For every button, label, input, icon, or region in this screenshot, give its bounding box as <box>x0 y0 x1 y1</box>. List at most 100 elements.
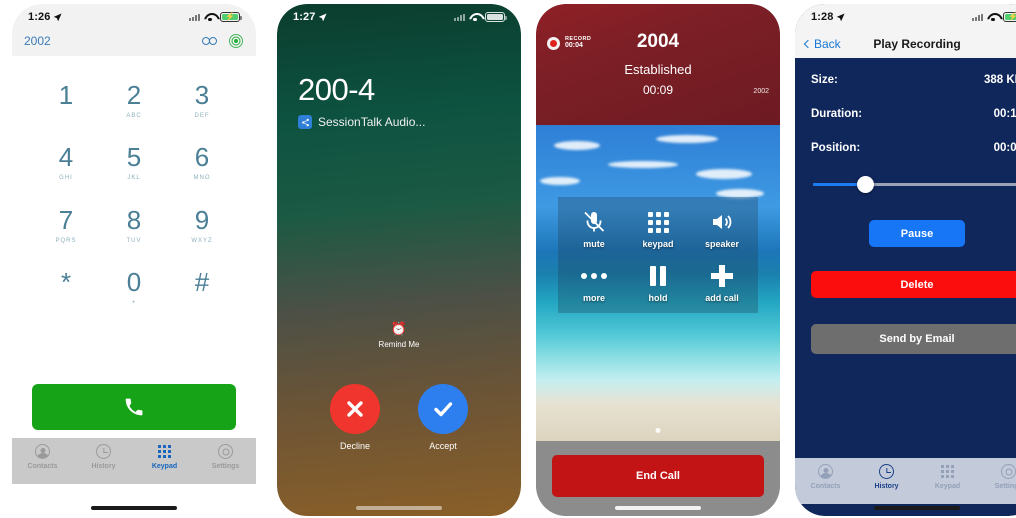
key-6[interactable]: 6 MNO <box>168 133 236 196</box>
pause-button[interactable]: Pause <box>869 220 965 247</box>
page-title: Play Recording <box>873 37 961 51</box>
status-bar: 1:28 ⚡ <box>795 4 1016 30</box>
control-hold[interactable]: hold <box>626 263 690 303</box>
key-3[interactable]: 3 DEF <box>168 70 236 133</box>
caller-name: 200-4 <box>298 72 375 107</box>
clock-icon <box>879 464 894 479</box>
status-time-group: 1:27 <box>293 11 327 23</box>
key-8[interactable]: 8 TUV <box>100 195 168 258</box>
tab-history[interactable]: History <box>73 443 134 470</box>
navigation-bar: Back Play Recording <box>795 30 1016 58</box>
control-keypad[interactable]: keypad <box>626 209 690 249</box>
control-more[interactable]: more <box>562 263 626 303</box>
tab-label: Contacts <box>27 463 58 470</box>
tab-bar: Contacts History Keypad Settings <box>795 458 1016 504</box>
status-time-group: 1:28 <box>811 11 845 23</box>
key-letters: ABC <box>126 112 142 119</box>
home-indicator <box>615 506 701 510</box>
control-mute[interactable]: mute <box>562 209 626 249</box>
key-4[interactable]: 4 GHI <box>32 133 100 196</box>
battery-charging-icon: ⚡ <box>1003 12 1016 22</box>
location-arrow-icon <box>837 12 845 21</box>
key-0[interactable]: 0 + <box>100 258 168 321</box>
delete-button[interactable]: Delete <box>811 271 1016 298</box>
voicemail-icon[interactable] <box>202 37 217 45</box>
caller-info: 200-4 SessionTalk Audio... <box>277 72 521 129</box>
key-5[interactable]: 5 JKL <box>100 133 168 196</box>
key-7[interactable]: 7 PQRS <box>32 195 100 258</box>
own-extension: 2002 <box>753 88 769 95</box>
location-arrow-icon <box>54 12 62 21</box>
call-wallpaper: mute keypad speaker more hold add call <box>536 125 780 441</box>
control-label: more <box>582 293 605 303</box>
home-indicator <box>91 506 177 510</box>
send-by-email-button[interactable]: Send by Email <box>811 324 1016 354</box>
record-time: 00:04 <box>565 42 583 50</box>
phone-active-call-screen: RECORD 00:04 2004 Established 00:09 2002 <box>536 4 780 516</box>
key-star[interactable]: * <box>32 258 100 321</box>
call-state: Established <box>624 62 692 77</box>
slider-thumb[interactable] <box>857 176 874 193</box>
call-button[interactable] <box>32 384 236 430</box>
caller-subtitle: SessionTalk Audio... <box>318 115 426 129</box>
tab-label: History <box>91 463 116 470</box>
key-hash[interactable]: # <box>168 258 236 321</box>
field-label: Duration: <box>811 108 863 120</box>
ellipsis-icon <box>581 273 607 279</box>
control-label: keypad <box>642 239 674 249</box>
tab-keypad[interactable]: Keypad <box>134 443 195 470</box>
signal-icon <box>454 13 465 21</box>
key-9[interactable]: 9 WXYZ <box>168 195 236 258</box>
key-letters: WXYZ <box>191 237 213 244</box>
key-digit: 2 <box>126 79 142 110</box>
tab-contacts[interactable]: Contacts <box>795 463 856 490</box>
key-digit: 4 <box>58 142 74 173</box>
signal-icon <box>189 13 200 21</box>
pause-icon <box>650 266 666 286</box>
tab-bar: Contacts History Keypad Settings <box>12 438 256 484</box>
plus-icon <box>711 265 733 287</box>
mic-muted-icon <box>584 211 605 232</box>
tab-contacts[interactable]: Contacts <box>12 443 73 470</box>
control-label: hold <box>648 293 668 303</box>
key-1[interactable]: 1 <box>32 70 100 133</box>
key-letters: + <box>131 300 137 307</box>
playback-slider[interactable] <box>813 176 1016 194</box>
gear-icon <box>218 444 233 459</box>
wifi-icon <box>204 13 216 22</box>
status-bar: 1:26 ⚡ <box>12 4 256 30</box>
phone-incoming-call-screen: 1:27 200-4 SessionTalk Audio... ⏰ Remind… <box>277 4 521 516</box>
page-indicator-dot <box>655 428 661 433</box>
gear-icon <box>1001 464 1016 479</box>
control-speaker[interactable]: speaker <box>690 209 754 249</box>
key-2[interactable]: 2 ABC <box>100 70 168 133</box>
handset-icon <box>125 398 143 416</box>
tab-history[interactable]: History <box>856 463 917 490</box>
sessiontalk-app-icon <box>298 115 312 129</box>
tab-settings[interactable]: Settings <box>978 463 1016 490</box>
accept-button[interactable]: Accept <box>418 384 468 451</box>
end-call-button[interactable]: End Call <box>552 455 764 497</box>
status-bar: 1:27 <box>277 4 521 30</box>
field-value: 388 KB <box>984 74 1016 86</box>
row-size: Size: 388 KB <box>811 74 1016 86</box>
call-footer: End Call <box>536 441 780 516</box>
alarm-clock-icon: ⏰ <box>390 321 408 336</box>
key-digit: * <box>60 267 72 298</box>
keypad-grid-icon <box>941 465 954 478</box>
tab-settings[interactable]: Settings <box>195 443 256 470</box>
field-label: Position: <box>811 142 861 154</box>
key-digit: # <box>194 267 210 298</box>
remind-me-label: Remind Me <box>378 340 420 349</box>
tab-keypad[interactable]: Keypad <box>917 463 978 490</box>
contacts-icon <box>35 444 50 459</box>
sip-registered-icon[interactable] <box>228 33 244 49</box>
control-add-call[interactable]: add call <box>690 263 754 303</box>
account-bar: 2002 <box>12 30 256 56</box>
tab-label: Keypad <box>934 483 961 490</box>
phone-keypad-screen: 1:26 ⚡ 2002 1 2 ABC 3 DEF 4 GHI 5 JKL 6 … <box>12 4 256 516</box>
account-extension: 2002 <box>24 34 51 48</box>
remind-me-button[interactable]: ⏰ Remind Me <box>277 322 521 349</box>
record-badge[interactable]: RECORD 00:04 <box>547 36 591 50</box>
decline-button[interactable]: Decline <box>330 384 380 451</box>
